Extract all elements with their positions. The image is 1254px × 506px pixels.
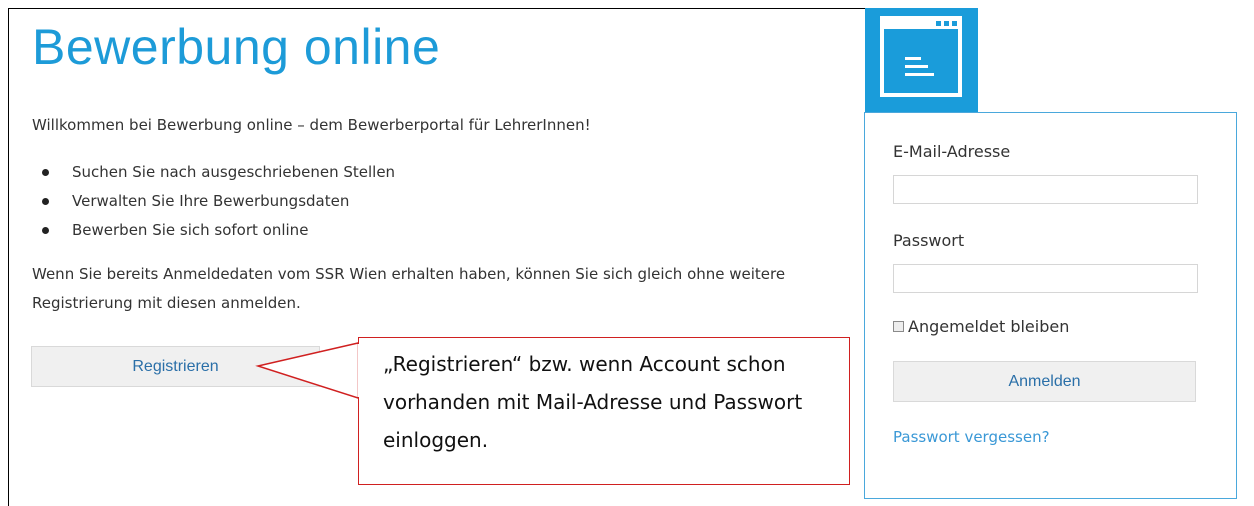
feature-item: Verwalten Sie Ihre Bewerbungsdaten [42, 187, 395, 216]
feature-list: Suchen Sie nach ausgeschriebenen Stellen… [42, 158, 395, 245]
bullet-icon [42, 227, 49, 234]
feature-label: Verwalten Sie Ihre Bewerbungsdaten [72, 192, 350, 210]
email-field[interactable] [893, 175, 1198, 204]
email-label: E-Mail-Adresse [893, 142, 1011, 161]
info-text: Wenn Sie bereits Anmeldedaten vom SSR Wi… [32, 265, 786, 312]
app-window-icon [880, 16, 962, 97]
frame-left-line [8, 8, 9, 506]
page-title: Bewerbung online [32, 19, 441, 75]
register-button[interactable]: Registrieren [31, 346, 320, 387]
app-tile [865, 8, 978, 113]
password-field[interactable] [893, 264, 1198, 293]
bullet-icon [42, 198, 49, 205]
password-label: Passwort [893, 231, 965, 250]
login-button[interactable]: Anmelden [893, 361, 1196, 402]
remember-checkbox[interactable] [893, 321, 904, 332]
feature-item: Bewerben Sie sich sofort online [42, 216, 395, 245]
feature-item: Suchen Sie nach ausgeschriebenen Stellen [42, 158, 395, 187]
remember-row: Angemeldet bleiben [893, 317, 1069, 336]
forgot-password-link[interactable]: Passwort vergessen? [893, 428, 1050, 446]
callout-text: „Registrieren“ bzw. wenn Account schon v… [383, 352, 803, 452]
feature-label: Bewerben Sie sich sofort online [72, 221, 309, 239]
bullet-icon [42, 169, 49, 176]
feature-label: Suchen Sie nach ausgeschriebenen Stellen [72, 163, 396, 181]
remember-label: Angemeldet bleiben [908, 317, 1070, 336]
frame-top-line [8, 8, 865, 9]
welcome-text: Willkommen bei Bewerbung online – dem Be… [32, 116, 591, 134]
